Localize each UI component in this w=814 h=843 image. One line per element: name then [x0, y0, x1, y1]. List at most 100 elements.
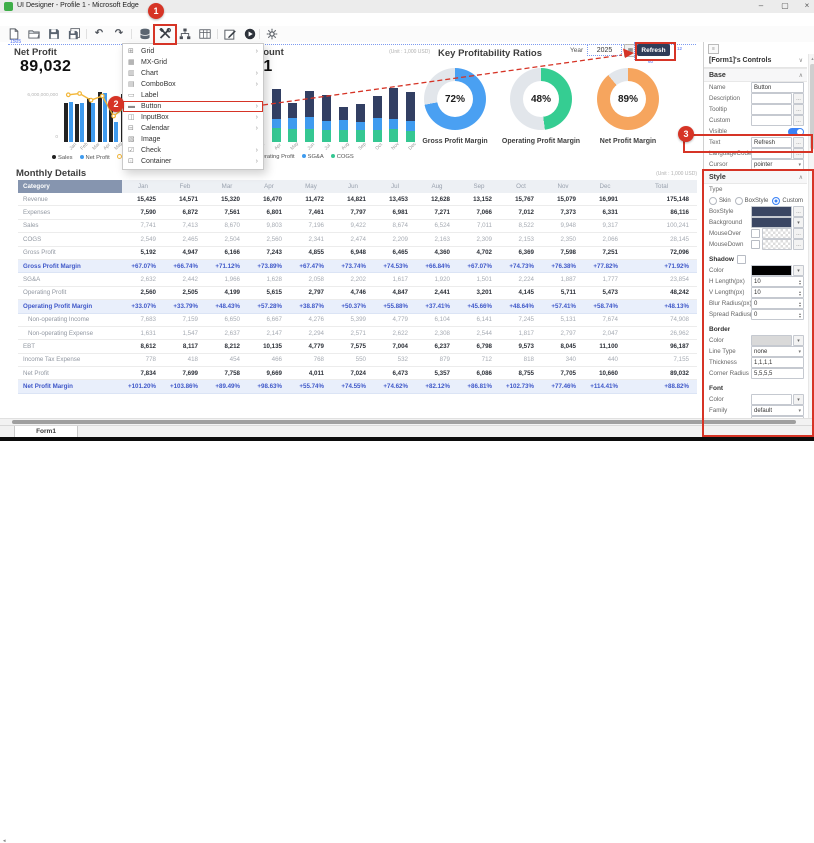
boxstyle-ellipsis-button[interactable]: …: [793, 206, 804, 217]
col-header-nov: Nov: [542, 180, 584, 193]
custom-ellipsis-button[interactable]: …: [793, 115, 804, 126]
data-source-icon[interactable]: [139, 28, 151, 40]
horizontal-scroll-thumb[interactable]: [12, 420, 796, 424]
name-input[interactable]: Button: [751, 82, 804, 93]
redo-icon[interactable]: ↷: [113, 28, 125, 40]
rev-operatingprofit-segment: [373, 96, 382, 118]
background-color-swatch[interactable]: [751, 217, 792, 228]
monthly-details-table: CategoryJanFebMarAprMayJunJulAugSepOctNo…: [18, 180, 697, 394]
mouseover-swatch[interactable]: [762, 228, 792, 239]
boxstyle-color-swatch[interactable]: [751, 206, 792, 217]
chevron-up-icon[interactable]: ∧: [799, 72, 807, 79]
minimize-button[interactable]: –: [754, 1, 768, 10]
family-select[interactable]: default▾: [751, 405, 804, 416]
submenu-arrow-icon: ›: [256, 145, 258, 156]
menu-item-image[interactable]: ▧ Image: [123, 134, 263, 145]
refresh-button[interactable]: Refresh: [637, 44, 670, 56]
save-icon[interactable]: [48, 28, 60, 40]
year-combobox[interactable]: 2025: [587, 44, 622, 56]
mousedown-checkbox[interactable]: [751, 240, 760, 249]
blur-radius-spinner[interactable]: 0▴▾: [751, 298, 804, 309]
section-style[interactable]: Style∧: [704, 170, 807, 184]
menu-item-combobox[interactable]: ▤ ComboBox ›: [123, 79, 263, 90]
close-button[interactable]: ×: [800, 1, 814, 10]
run-icon[interactable]: [244, 28, 256, 40]
shadow-color-dropdown-button[interactable]: ▾: [793, 265, 804, 276]
text-input[interactable]: Refresh: [751, 137, 792, 148]
chevron-up-icon[interactable]: ∧: [799, 174, 807, 181]
background-dropdown-button[interactable]: ▾: [793, 217, 804, 228]
mousedown-swatch[interactable]: [762, 239, 792, 250]
settings-icon[interactable]: [266, 28, 278, 40]
address-bar[interactable]: https://aud.bimatrix.com/AUD/designer.js…: [0, 13, 814, 27]
mousedown-ellipsis-button[interactable]: …: [793, 239, 804, 250]
rev-month-label: May: [290, 142, 300, 152]
visible-toggle[interactable]: [788, 128, 804, 136]
scroll-thumb[interactable]: [810, 64, 814, 149]
panel-menu-icon[interactable]: ≡: [708, 44, 719, 54]
radio-skin[interactable]: [709, 197, 717, 205]
table-row: Expenses7,5906,8727,5616,8017,4617,7976,…: [18, 206, 697, 219]
restore-button[interactable]: ▢: [778, 1, 792, 10]
text-ellipsis-button[interactable]: …: [793, 137, 804, 148]
check-icon: ☑: [128, 145, 141, 156]
section-base[interactable]: Base∧: [704, 68, 807, 82]
scroll-up-icon[interactable]: ▲: [809, 56, 814, 61]
prop-row-blur-radius: Blur Radius(px)0▴▾: [704, 298, 807, 309]
donut-net-profit-margin: 89%: [597, 68, 659, 130]
corner-radius-input[interactable]: 5,5,5,5: [751, 368, 804, 379]
cursor-select[interactable]: pointer▾: [751, 159, 804, 170]
chevron-down-icon[interactable]: ∨: [799, 57, 807, 64]
description-ellipsis-button[interactable]: …: [793, 93, 804, 104]
menu-item-check[interactable]: ☑ Check ›: [123, 145, 263, 156]
border-color-dropdown-button[interactable]: ▾: [793, 335, 804, 346]
window-title: UI Designer - Profile 1 - Microsoft Edge: [17, 2, 139, 9]
description-input[interactable]: [751, 93, 792, 104]
rev-cogs-segment: [288, 129, 297, 142]
menu-item-label[interactable]: ▭ Label: [123, 90, 263, 101]
save-all-icon[interactable]: [68, 28, 80, 40]
prop-row-h-length: H Length(px)10▴▾: [704, 276, 807, 287]
v-length-spinner[interactable]: 10▴▾: [751, 287, 804, 298]
mouseover-ellipsis-button[interactable]: …: [793, 228, 804, 239]
tooltip-input[interactable]: [751, 104, 792, 115]
thickness-input[interactable]: 1,1,1,1: [751, 357, 804, 368]
font-color-dropdown-button[interactable]: ▾: [793, 394, 804, 405]
menu-item-chart[interactable]: ▥ Chart ›: [123, 68, 263, 79]
component-toolbox-icon[interactable]: [159, 28, 171, 40]
prop-row-tooltip: Tooltip…: [704, 104, 807, 115]
menu-item-grid[interactable]: ⊞ Grid ›: [123, 46, 263, 57]
scroll-left-icon[interactable]: ◄: [2, 838, 6, 843]
rev-sga-segment: [406, 121, 415, 131]
h-length-spinner[interactable]: 10▴▾: [751, 276, 804, 287]
np-month-label: Feb: [80, 142, 89, 151]
languagecode-input[interactable]: [751, 148, 792, 159]
spread-radius-spinner[interactable]: 0▴▾: [751, 309, 804, 320]
line-type-select[interactable]: none▾: [751, 346, 804, 357]
hierarchy-icon[interactable]: [179, 28, 191, 40]
design-canvas[interactable]: 1505 Net Profit 89,032 6,000,000,000 0 J…: [0, 42, 703, 418]
tooltip-ellipsis-button[interactable]: …: [793, 104, 804, 115]
menu-item-mx-grid[interactable]: ▦ MX-Grid: [123, 57, 263, 68]
edit-icon[interactable]: [224, 28, 236, 40]
panel-scrollbar[interactable]: ▲ ▼: [808, 54, 814, 437]
radio-custom[interactable]: [772, 197, 780, 205]
undo-icon[interactable]: ↶: [93, 28, 105, 40]
dataset-icon[interactable]: [199, 28, 211, 40]
languagecode-ellipsis-button[interactable]: …: [793, 148, 804, 159]
grid-icon: ⊞: [128, 46, 141, 57]
mouseover-checkbox[interactable]: [751, 229, 760, 238]
shadow-color-color-swatch[interactable]: [751, 265, 792, 276]
radio-boxstyle[interactable]: [735, 197, 743, 205]
net-profit-title: Net Profit: [14, 47, 57, 58]
menu-item-calendar[interactable]: ⊟ Calendar ›: [123, 123, 263, 134]
menu-item-button[interactable]: ▬ Button ›: [123, 101, 263, 112]
custom-input[interactable]: [751, 115, 792, 126]
font-color-color-swatch[interactable]: [751, 394, 792, 405]
border-color-color-swatch[interactable]: [751, 335, 792, 346]
menu-item-inputbox[interactable]: ◫ InputBox ›: [123, 112, 263, 123]
panel-header[interactable]: [Form1]'s Controls ∨: [704, 54, 807, 68]
menu-item-container[interactable]: ⊡ Container ›: [123, 156, 263, 167]
shadow-checkbox[interactable]: [737, 255, 746, 264]
open-folder-icon[interactable]: [28, 28, 40, 40]
